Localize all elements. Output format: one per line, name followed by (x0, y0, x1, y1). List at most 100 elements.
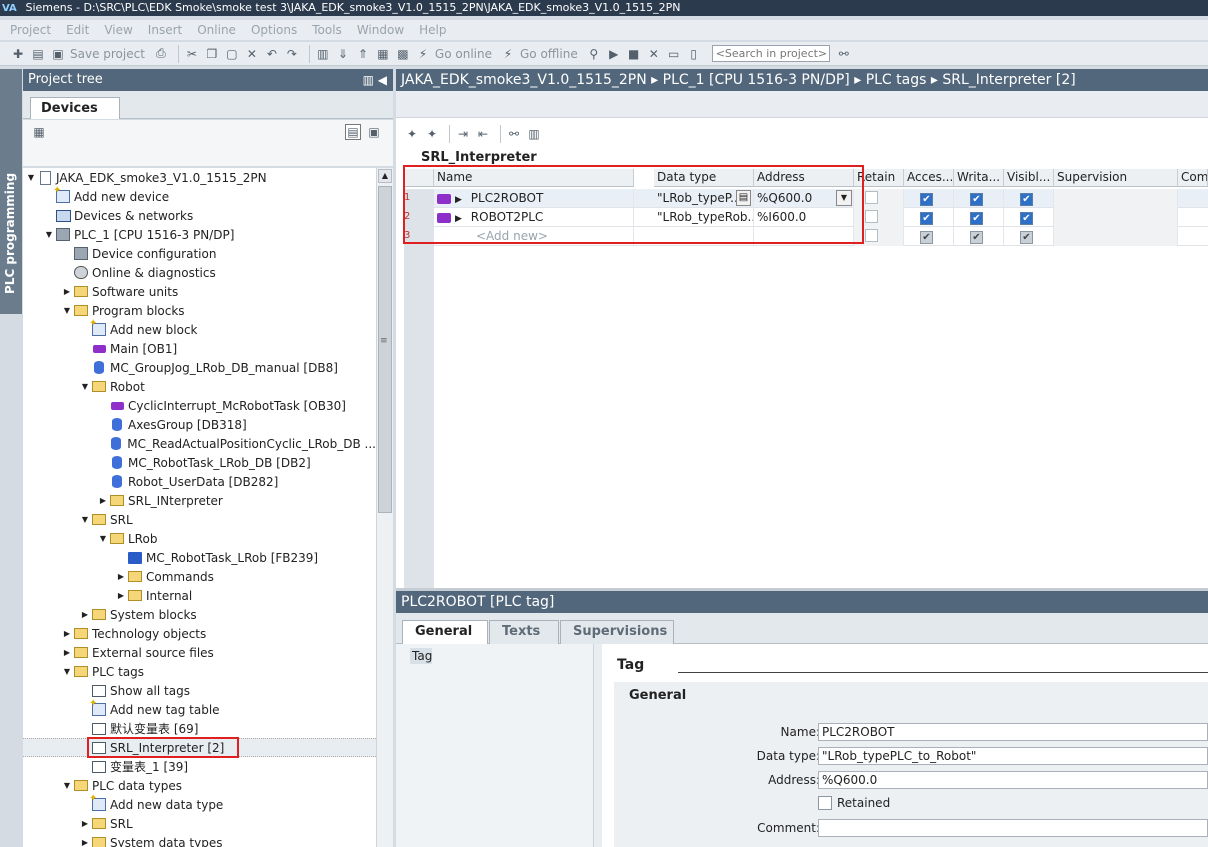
collapsed-chevron-icon[interactable]: ▶ (79, 838, 91, 847)
write-cell[interactable]: ✔ (954, 208, 1004, 227)
collapse-pane-icon[interactable]: ▥ ◀ (363, 69, 387, 91)
tree-item[interactable]: ▶ External source files (23, 643, 376, 662)
expanded-chevron-icon[interactable]: ▼ (79, 515, 91, 524)
visible-cell[interactable]: ✔ (1004, 227, 1054, 246)
retain-checkbox[interactable] (865, 210, 878, 223)
search-binoculars-icon[interactable]: ⚯ (836, 46, 852, 62)
tree-view-icon[interactable]: ▦ (31, 124, 47, 140)
tree-item[interactable]: Devices & networks (23, 206, 376, 225)
save-project-button[interactable]: Save project (70, 47, 145, 61)
tree-item[interactable]: ▼ PLC data types (23, 776, 376, 795)
menu-item-window[interactable]: Window (357, 23, 404, 37)
menu-item-view[interactable]: View (104, 23, 132, 37)
breadcrumb-item[interactable]: JAKA_EDK_smoke3_V1.0_1515_2PN (401, 72, 647, 88)
supervision-cell[interactable] (1054, 208, 1178, 227)
visible-checkbox[interactable]: ✔ (1020, 231, 1033, 244)
address-field[interactable]: %Q600.0 (818, 771, 1208, 789)
simulation-icon[interactable]: ▩ (395, 46, 411, 62)
cut-icon[interactable]: ✂ (184, 46, 200, 62)
tree-item[interactable]: MC_ReadActualPositionCyclic_LRob_DB ... (23, 434, 376, 453)
tree-item[interactable]: ▶ Commands (23, 567, 376, 586)
tree-item[interactable]: ▶ SRL_INterpreter (23, 491, 376, 510)
tree-item[interactable]: ▼ PLC tags (23, 662, 376, 681)
breadcrumb-item[interactable]: PLC_1 [CPU 1516-3 PN/DP] (663, 72, 850, 88)
menu-item-help[interactable]: Help (419, 23, 446, 37)
retained-checkbox[interactable] (818, 796, 832, 810)
overview-icon[interactable]: ▣ (366, 124, 382, 140)
tab-texts[interactable]: Texts (489, 620, 559, 644)
retain-checkbox[interactable] (865, 191, 878, 204)
menu-item-tools[interactable]: Tools (312, 23, 342, 37)
access-checkbox[interactable]: ✔ (920, 193, 933, 206)
go-offline-icon[interactable]: ⚡ (500, 46, 516, 62)
tree-item[interactable]: MC_RobotTask_LRob_DB [DB2] (23, 453, 376, 472)
tree-item[interactable]: Device configuration (23, 244, 376, 263)
access-cell[interactable]: ✔ (904, 208, 954, 227)
access-checkbox[interactable]: ✔ (920, 212, 933, 225)
nav-item-tag[interactable]: Tag (410, 648, 432, 664)
tree-item[interactable]: ▶ System data types (23, 833, 376, 847)
tree-item[interactable]: ▶ Technology objects (23, 624, 376, 643)
menu-item-edit[interactable]: Edit (66, 23, 89, 37)
tree-item[interactable]: MC_RobotTask_LRob [FB239] (23, 548, 376, 567)
add-tag-icon[interactable]: ✦ (404, 126, 420, 142)
collapsed-chevron-icon[interactable]: ▶ (97, 496, 109, 505)
go-online-button[interactable]: Go online (435, 47, 492, 61)
visible-checkbox[interactable]: ✔ (1020, 212, 1033, 225)
scroll-up-icon[interactable]: ▲ (378, 169, 392, 183)
tree-item[interactable]: ▼ Program blocks (23, 301, 376, 320)
undo-icon[interactable]: ↶ (264, 46, 280, 62)
plc-programming-side-tab[interactable]: PLC programming (0, 69, 22, 314)
collapsed-chevron-icon[interactable]: ▶ (61, 648, 73, 657)
breadcrumb-item[interactable]: SRL_Interpreter [2] (942, 72, 1075, 88)
tree-item[interactable]: 默认变量表 [69] (23, 719, 376, 738)
cross-reference-icon[interactable]: ✕ (646, 46, 662, 62)
tree-item[interactable]: 变量表_1 [39] (23, 757, 376, 776)
tree-item[interactable]: Add new device (23, 185, 376, 206)
go-offline-button[interactable]: Go offline (520, 47, 578, 61)
print-icon[interactable]: ⎙ (153, 46, 169, 62)
column-header-supervision[interactable]: Supervision (1054, 169, 1178, 187)
paste-icon[interactable]: ▢ (224, 46, 240, 62)
download-icon[interactable]: ⇓ (335, 46, 351, 62)
go-online-icon[interactable]: ⚡ (415, 46, 431, 62)
column-header-comment[interactable]: Com (1178, 169, 1208, 187)
tree-item[interactable]: ▼ SRL (23, 510, 376, 529)
tree-item[interactable]: ▼ PLC_1 [CPU 1516-3 PN/DP] (23, 225, 376, 244)
insert-row-icon[interactable]: ✦ (424, 126, 440, 142)
expanded-chevron-icon[interactable]: ▼ (43, 230, 55, 239)
menu-item-online[interactable]: Online (197, 23, 236, 37)
column-settings-icon[interactable]: ▥ (526, 126, 542, 142)
collapsed-chevron-icon[interactable]: ▶ (115, 591, 127, 600)
accessible-devices-icon[interactable]: ⚲ (586, 46, 602, 62)
write-cell[interactable]: ✔ (954, 227, 1004, 246)
redo-icon[interactable]: ↷ (284, 46, 300, 62)
tree-item[interactable]: ▼ LRob (23, 529, 376, 548)
comment-field[interactable] (818, 819, 1208, 837)
collapsed-chevron-icon[interactable]: ▶ (79, 819, 91, 828)
tree-item[interactable]: Main [OB1] (23, 339, 376, 358)
new-project-icon[interactable]: ✚ (10, 46, 26, 62)
expanded-chevron-icon[interactable]: ▼ (61, 306, 73, 315)
details-view-icon[interactable]: ▤ (345, 124, 361, 140)
tree-item[interactable]: Online & diagnostics (23, 263, 376, 282)
tree-item[interactable]: CyclicInterrupt_McRobotTask [OB30] (23, 396, 376, 415)
properties-nav-scrollbar[interactable] (594, 644, 602, 847)
write-checkbox[interactable]: ✔ (970, 212, 983, 225)
visible-cell[interactable]: ✔ (1004, 208, 1054, 227)
expanded-chevron-icon[interactable]: ▼ (61, 781, 73, 790)
visible-checkbox[interactable]: ✔ (1020, 193, 1033, 206)
write-checkbox[interactable]: ✔ (970, 231, 983, 244)
tree-item[interactable]: ▶ System blocks (23, 605, 376, 624)
split-vertical-icon[interactable]: ▯ (686, 46, 702, 62)
tree-item[interactable]: ▼ JAKA_EDK_smoke3_V1.0_1515_2PN (23, 168, 376, 187)
collapsed-chevron-icon[interactable]: ▶ (61, 287, 73, 296)
delete-icon[interactable]: ✕ (244, 46, 260, 62)
column-header-visible[interactable]: Visibl... (1004, 169, 1054, 187)
tree-item[interactable]: Add new block (23, 318, 376, 339)
stop-cpu-icon[interactable]: ■ (626, 46, 642, 62)
menu-item-project[interactable]: Project (10, 23, 51, 37)
menu-item-options[interactable]: Options (251, 23, 297, 37)
monitor-icon[interactable]: ⚯ (506, 126, 522, 142)
supervision-cell[interactable] (1054, 227, 1178, 246)
